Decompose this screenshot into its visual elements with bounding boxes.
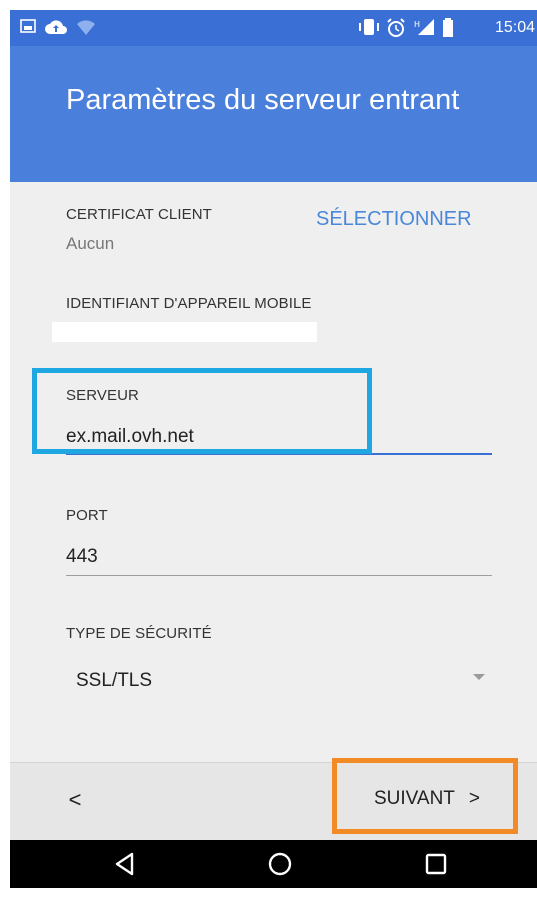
back-nav-icon[interactable] (95, 840, 155, 888)
port-input[interactable]: 443 (66, 546, 98, 568)
app-header: Paramètres du serveur entrant (10, 46, 537, 182)
recents-nav-icon[interactable] (406, 840, 466, 888)
device-id-redacted-value (52, 322, 317, 342)
home-nav-icon[interactable] (250, 840, 310, 888)
gallery-icon (20, 18, 36, 39)
select-certificate-button[interactable]: SÉLECTIONNER (316, 208, 472, 231)
back-button[interactable]: < (60, 785, 90, 815)
vibrate-icon (358, 18, 380, 41)
client-certificate-value: Aucun (66, 234, 115, 253)
system-navigation-bar (10, 840, 537, 888)
phone-screen: H 15:04 Paramètres du serveur entrant CE… (10, 10, 537, 888)
port-input-underline (66, 575, 492, 576)
signal-icon: H (414, 18, 436, 41)
device-id-label: IDENTIFIANT D'APPAREIL MOBILE (66, 295, 312, 312)
client-certificate-label: CERTIFICAT CLIENT (66, 206, 212, 223)
security-type-label: TYPE DE SÉCURITÉ (66, 625, 212, 642)
clock: 15:04 (494, 19, 535, 36)
cloud-upload-icon (44, 18, 68, 41)
battery-icon (442, 18, 454, 43)
svg-text:H: H (414, 20, 420, 29)
wifi-icon (76, 18, 96, 41)
status-bar: H 15:04 (10, 10, 537, 46)
dropdown-arrow-icon[interactable] (473, 674, 485, 680)
security-type-select[interactable]: SSL/TLS (76, 670, 152, 692)
server-highlight-box (32, 368, 372, 454)
alarm-icon (386, 18, 406, 43)
next-highlight-box (332, 758, 518, 834)
port-label: PORT (66, 507, 108, 524)
page-title: Paramètres du serveur entrant (66, 84, 460, 116)
